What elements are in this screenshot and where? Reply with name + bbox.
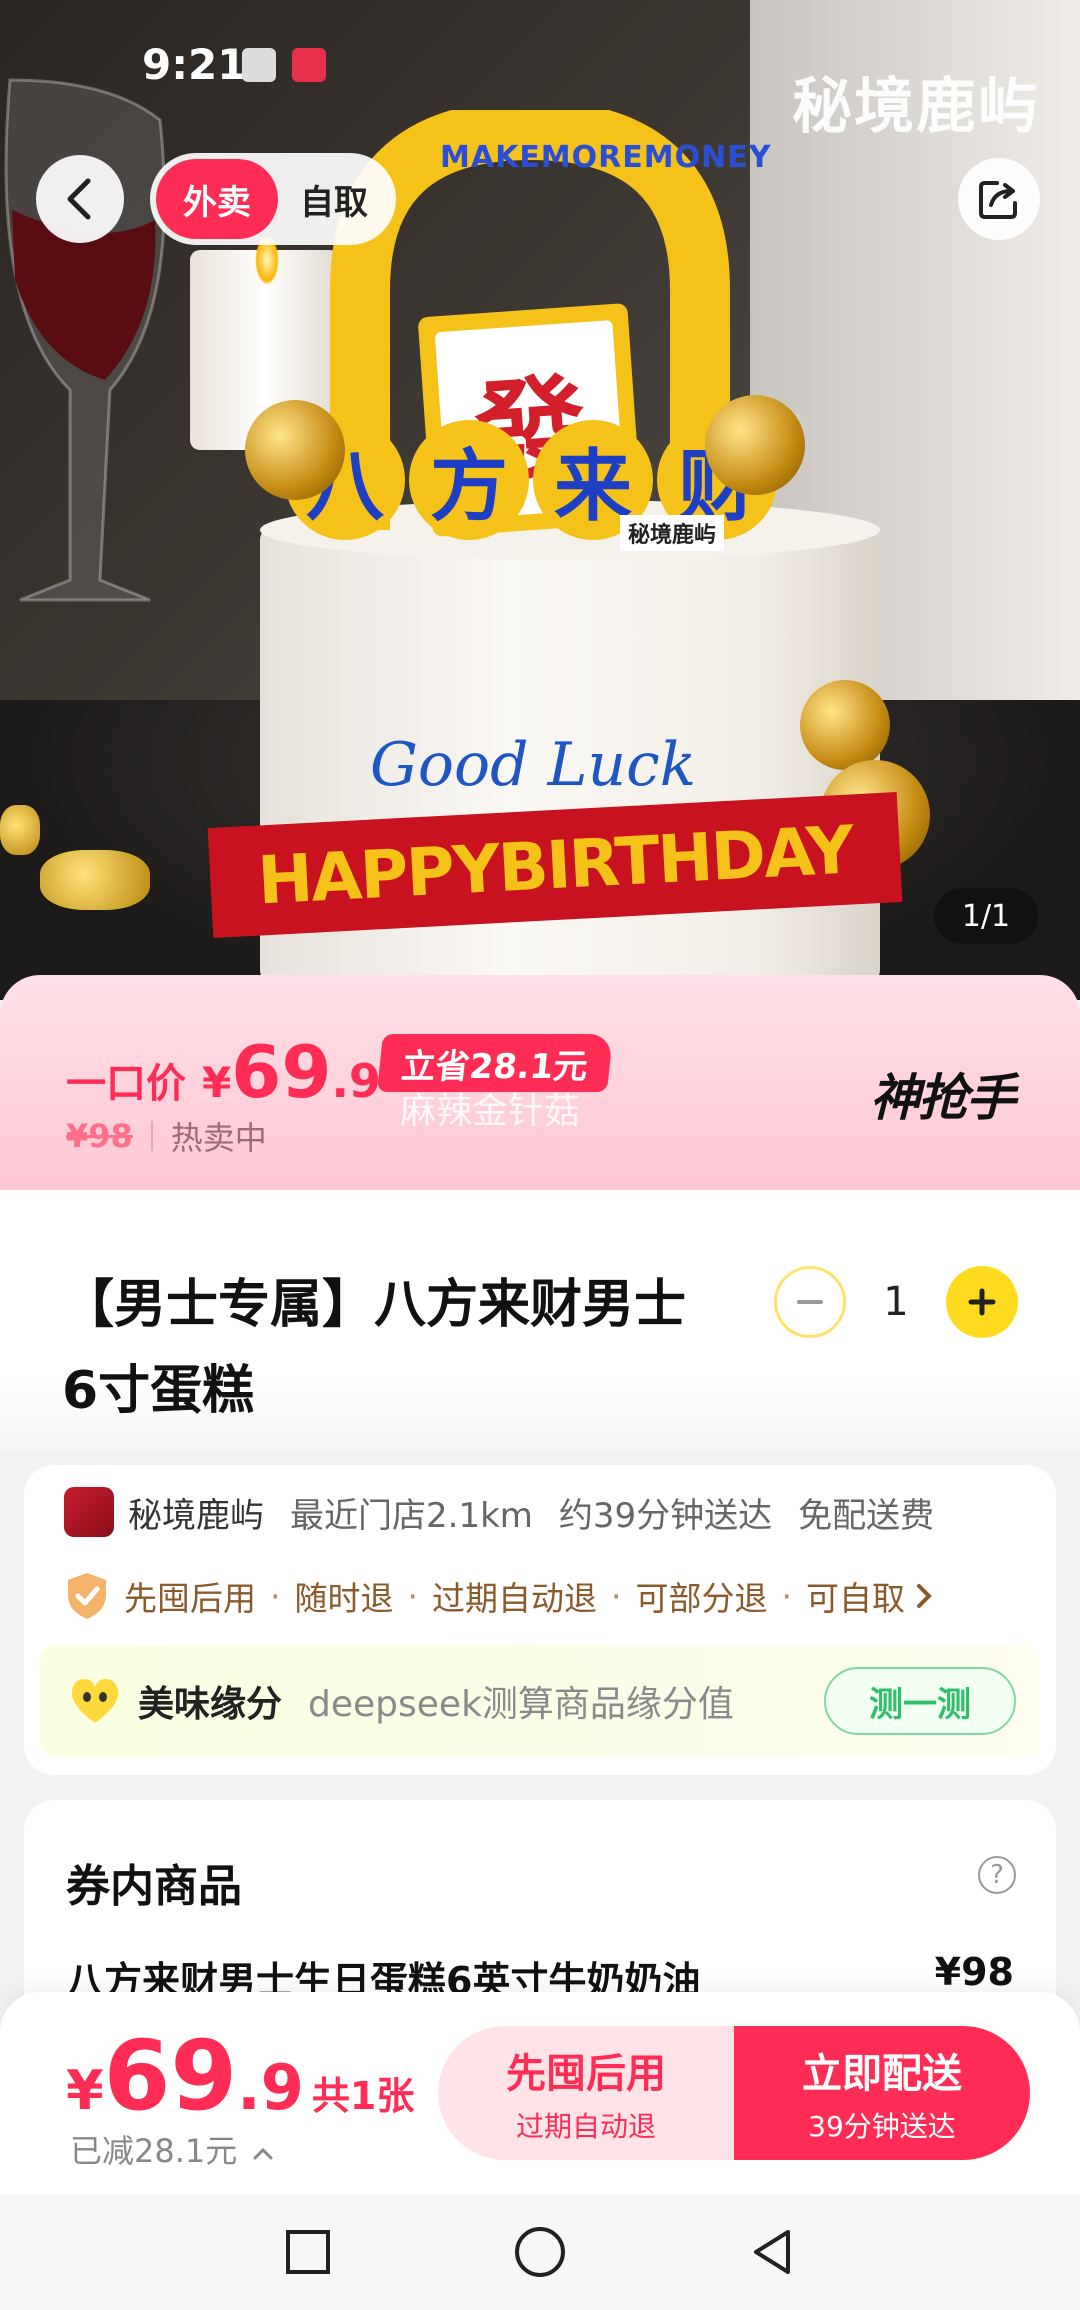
discount-amount: 已减28.1元 xyxy=(70,2132,238,2170)
fate-title: 美味缘分 xyxy=(138,1684,283,1725)
price-label: 一口价 xyxy=(66,1061,186,1107)
shield-check-icon xyxy=(68,1573,106,1619)
buy-later-label: 先囤后用 xyxy=(506,2051,666,2097)
recents-button[interactable] xyxy=(278,2222,338,2282)
heart-face-icon xyxy=(71,1679,119,1723)
total-price: ¥ 69 .9 共1张 xyxy=(66,2020,414,2132)
topper-char: 方 xyxy=(409,420,529,540)
discount-detail[interactable]: 已减28.1元 xyxy=(70,2126,275,2172)
buy-later-sublabel: 过期自动退 xyxy=(515,2110,656,2143)
delivery-mode-toggle[interactable]: 外卖 自取 xyxy=(150,153,396,245)
policy-item: 随时退 xyxy=(294,1579,394,1618)
deliver-now-button[interactable]: 立即配送 39分钟送达 xyxy=(734,2026,1030,2160)
mode-option-delivery[interactable]: 外卖 xyxy=(156,159,278,239)
cake-graphic: MAKEMOREMONEY 發 八 方 来 财 秘境鹿屿 Good Luck H… xyxy=(180,110,940,1000)
price-decimal: .9 xyxy=(331,1054,381,1108)
shenqiang-brand-logo: 神抢手 xyxy=(870,1069,1016,1127)
store-name: 秘境鹿屿 xyxy=(128,1495,264,1536)
quantity-stepper: 1 xyxy=(774,1266,1018,1338)
buy-now-use-later-button[interactable]: 先囤后用 过期自动退 xyxy=(438,2026,734,2160)
image-counter: 1/1 xyxy=(934,888,1038,944)
brand-watermark: 秘境鹿屿 xyxy=(792,72,1040,142)
product-image[interactable]: MAKEMOREMONEY 發 八 方 来 财 秘境鹿屿 Good Luck H… xyxy=(0,0,1080,1000)
coupon-title: 券内商品 xyxy=(66,1861,242,1912)
triangle-back-icon xyxy=(754,2230,790,2274)
test-fate-button[interactable]: 测一测 xyxy=(824,1667,1016,1735)
notification-app-icon xyxy=(292,48,326,82)
share-icon xyxy=(979,181,1017,219)
total-count: 共1张 xyxy=(311,2074,415,2118)
divider xyxy=(150,1121,153,1151)
policy-item: 可自取 xyxy=(806,1579,905,1618)
store-delivery-time: 约39分钟送达 xyxy=(558,1495,773,1536)
gold-ball xyxy=(705,395,805,495)
plus-icon xyxy=(968,1288,996,1316)
increase-button[interactable] xyxy=(946,1266,1018,1338)
store-logo xyxy=(64,1487,114,1537)
share-button[interactable] xyxy=(958,158,1040,240)
back-button[interactable] xyxy=(36,155,124,243)
minus-icon xyxy=(797,1300,823,1304)
policy-item: 过期自动退 xyxy=(432,1579,597,1618)
policy-item: 可部分退 xyxy=(635,1579,768,1618)
gold-ball xyxy=(800,680,890,770)
system-nav-bar xyxy=(0,2194,1080,2310)
cake-tag: 秘境鹿屿 xyxy=(620,515,725,551)
mode-option-pickup[interactable]: 自取 xyxy=(278,159,390,239)
chevron-right-icon xyxy=(917,1584,932,1608)
back-nav-button[interactable] xyxy=(742,2222,802,2282)
policy-item: 先囤后用 xyxy=(124,1579,256,1618)
price-sub-row: ¥98 热卖中 xyxy=(66,1113,267,1159)
arch-text: MAKEMOREMONEY xyxy=(440,140,772,175)
total-currency: ¥ xyxy=(66,2059,104,2122)
sale-status: 热卖中 xyxy=(170,1119,267,1157)
chevron-left-icon xyxy=(67,178,91,220)
overlay-text: 麻辣金针菇 xyxy=(400,1091,581,1132)
store-delivery-fee: 免配送费 xyxy=(798,1495,935,1536)
home-button[interactable] xyxy=(510,2222,570,2282)
notification-a-icon xyxy=(242,48,276,82)
price-integer: 69 xyxy=(231,1030,332,1114)
product-title: 【男士专属】八方来财男士6寸蛋糕 xyxy=(62,1275,687,1421)
price-row: 一口价 ¥ 69 .9 xyxy=(66,1030,381,1114)
store-distance: 最近门店2.1km xyxy=(290,1495,533,1536)
checkout-actions: 先囤后用 过期自动退 立即配送 39分钟送达 xyxy=(438,2026,1030,2160)
circle-icon xyxy=(515,2227,565,2277)
chevron-up-icon xyxy=(253,2147,273,2160)
total-integer: 69 xyxy=(103,2020,238,2132)
store-info-card: 秘境鹿屿 最近门店2.1km 约39分钟送达 免配送费 先囤后用 · 随时退 ·… xyxy=(24,1465,1056,1775)
deliver-now-label: 立即配送 xyxy=(802,2051,962,2097)
good-luck-text: Good Luck xyxy=(370,730,697,800)
gold-ingot-graphic xyxy=(0,805,40,855)
deliver-now-sublabel: 39分钟送达 xyxy=(808,2110,956,2143)
policy-row[interactable]: 先囤后用 · 随时退 · 过期自动退 · 可部分退 · 可自取 xyxy=(64,1571,937,1621)
total-decimal: .9 xyxy=(237,2051,304,2124)
original-price: ¥98 xyxy=(66,1117,133,1155)
quantity-value: 1 xyxy=(883,1279,909,1325)
store-row[interactable]: 秘境鹿屿 最近门店2.1km 约39分钟送达 免配送费 xyxy=(64,1487,960,1537)
status-time: 9:21 xyxy=(142,40,247,89)
decrease-button[interactable] xyxy=(774,1266,846,1338)
fate-row: 美味缘分 deepseek测算商品缘分值 测一测 xyxy=(40,1645,1040,1757)
price-currency: ¥ xyxy=(202,1058,232,1107)
status-bar: 9:21 秘境鹿屿 xyxy=(0,0,1080,142)
help-icon[interactable]: ? xyxy=(978,1856,1016,1894)
wine-glass-graphic xyxy=(4,78,166,602)
gold-ball xyxy=(245,400,345,500)
gold-ingot-graphic xyxy=(40,850,150,910)
square-icon xyxy=(286,2230,330,2274)
fate-description: deepseek测算商品缘分值 xyxy=(308,1684,734,1725)
